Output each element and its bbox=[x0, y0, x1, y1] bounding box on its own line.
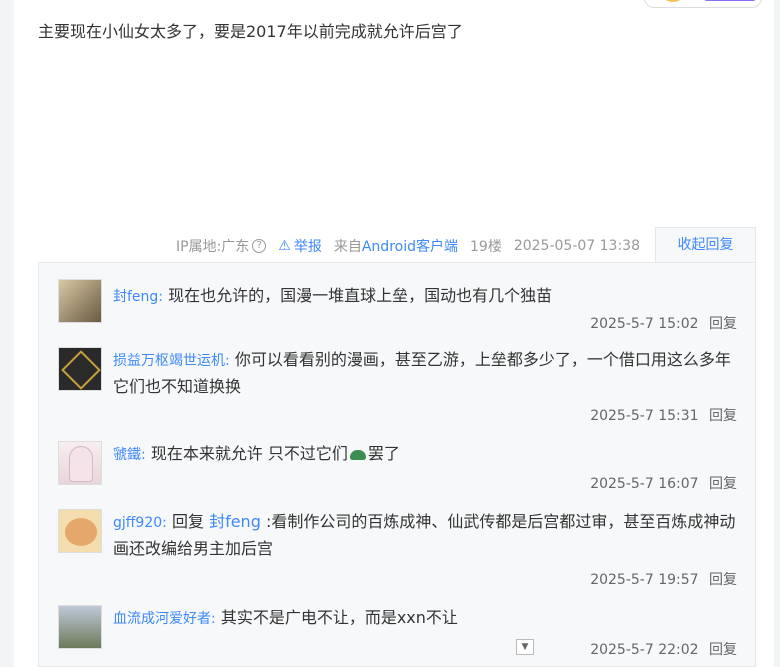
username-link[interactable]: 损益万枢竭世运机: bbox=[113, 353, 230, 369]
report-label: 举报 bbox=[293, 239, 322, 255]
avatar[interactable] bbox=[58, 441, 102, 485]
reply-body: 封feng: 现在也允许的，国漫一堆直球上垒，国动也有几个独苗 bbox=[113, 283, 737, 310]
avatar[interactable] bbox=[58, 509, 102, 553]
avatar[interactable] bbox=[58, 605, 102, 649]
report-button[interactable]: ⚠ 举报 bbox=[278, 236, 322, 256]
reply-footer: 2025-5-7 22:02 回复 bbox=[590, 639, 737, 659]
reply-footer: 2025-5-7 15:02 回复 bbox=[590, 313, 737, 333]
avatar[interactable] bbox=[58, 279, 102, 323]
username-link[interactable]: 封feng: bbox=[113, 289, 163, 305]
reply-button[interactable]: 回复 bbox=[709, 642, 737, 658]
reply-prefix: 回复 bbox=[171, 512, 204, 531]
chevron-down-icon[interactable]: ▼ bbox=[516, 639, 534, 655]
page: 主要现在小仙女太多了，要是2017年以前完成就允许后宫了 IP属地:广东 ? ⚠… bbox=[0, 0, 780, 667]
collapse-replies-button[interactable]: 收起回复 bbox=[655, 227, 756, 263]
reply-text: 现在也允许的，国漫一堆直球上垒，国动也有几个独苗 bbox=[168, 286, 553, 305]
client-source: 来自Android客户端 bbox=[334, 236, 458, 256]
reply-text: 其实不是广电不让，而是xxn不让 bbox=[220, 608, 458, 627]
post-timestamp: 2025-05-07 13:38 bbox=[513, 238, 640, 254]
reply-button[interactable]: 回复 bbox=[709, 316, 737, 332]
floor-number: 19楼 bbox=[470, 239, 502, 255]
reply-time: 2025-5-7 22:02 bbox=[590, 642, 699, 658]
character-icon bbox=[69, 446, 93, 482]
user-badge-strip bbox=[644, 0, 762, 8]
turtle-emoji-icon bbox=[349, 449, 366, 460]
reply-button[interactable]: 回复 bbox=[709, 476, 737, 492]
username-link[interactable]: 血流成河爱好者: bbox=[113, 611, 216, 627]
username-link[interactable]: gjff920: bbox=[113, 515, 167, 531]
reply-text-tail: 罢了 bbox=[367, 444, 400, 463]
reply-time: 2025-5-7 16:07 bbox=[590, 476, 699, 492]
emblem-icon bbox=[61, 350, 101, 390]
post-content: 主要现在小仙女太多了，要是2017年以前完成就允许后宫了 bbox=[38, 22, 463, 41]
reply-body: 血流成河爱好者: 其实不是广电不让，而是xxn不让 bbox=[113, 605, 737, 632]
reply-time: 2025-5-7 15:02 bbox=[590, 316, 699, 332]
client-link[interactable]: Android客户端 bbox=[362, 239, 458, 255]
post-meta: IP属地:广东 ? ⚠ 举报 来自Android客户端 19楼 2025-05-… bbox=[176, 236, 640, 256]
reply-body: 虢鐵: 现在本来就允许 只不过它们 罢了 bbox=[113, 441, 737, 468]
reply-button[interactable]: 回复 bbox=[709, 408, 737, 424]
avatar[interactable] bbox=[58, 347, 102, 391]
mentioned-user-link[interactable]: 封feng bbox=[209, 512, 261, 531]
reply-time: 2025-5-7 15:31 bbox=[590, 408, 699, 424]
badge-emoji-icon bbox=[663, 0, 683, 2]
ip-location: IP属地:广东 bbox=[176, 239, 250, 255]
warning-icon: ⚠ bbox=[278, 238, 291, 254]
reply-time: 2025-5-7 19:57 bbox=[590, 572, 699, 588]
reply-body: gjff920: 回复 封feng :看制作公司的百炼成神、仙武传都是后宫都过审… bbox=[113, 509, 737, 562]
reply-body: 损益万枢竭世运机: 你可以看看别的漫画，甚至乙游，上垒都多少了，一个借口用这么多… bbox=[113, 347, 737, 400]
level-badge-icon bbox=[703, 0, 757, 1]
reply-footer: 2025-5-7 19:57 回复 bbox=[590, 569, 737, 589]
client-prefix: 来自 bbox=[333, 239, 362, 255]
reply-text: :看制作公司的百炼成神、仙武传都是后宫都过审，甚至百炼成神动画还改编给男主加后宫 bbox=[113, 512, 736, 558]
reply-footer: 2025-5-7 16:07 回复 bbox=[590, 473, 737, 493]
question-circle-icon[interactable]: ? bbox=[252, 239, 267, 253]
username-link[interactable]: 虢鐵: bbox=[113, 447, 146, 463]
reply-footer: 2025-5-7 15:31 回复 bbox=[590, 405, 737, 425]
bear-icon bbox=[65, 518, 97, 546]
reply-button[interactable]: 回复 bbox=[709, 572, 737, 588]
reply-text: 现在本来就允许 只不过它们 bbox=[150, 444, 348, 463]
reply-panel: 封feng: 现在也允许的，国漫一堆直球上垒，国动也有几个独苗 2025-5-7… bbox=[38, 262, 756, 667]
